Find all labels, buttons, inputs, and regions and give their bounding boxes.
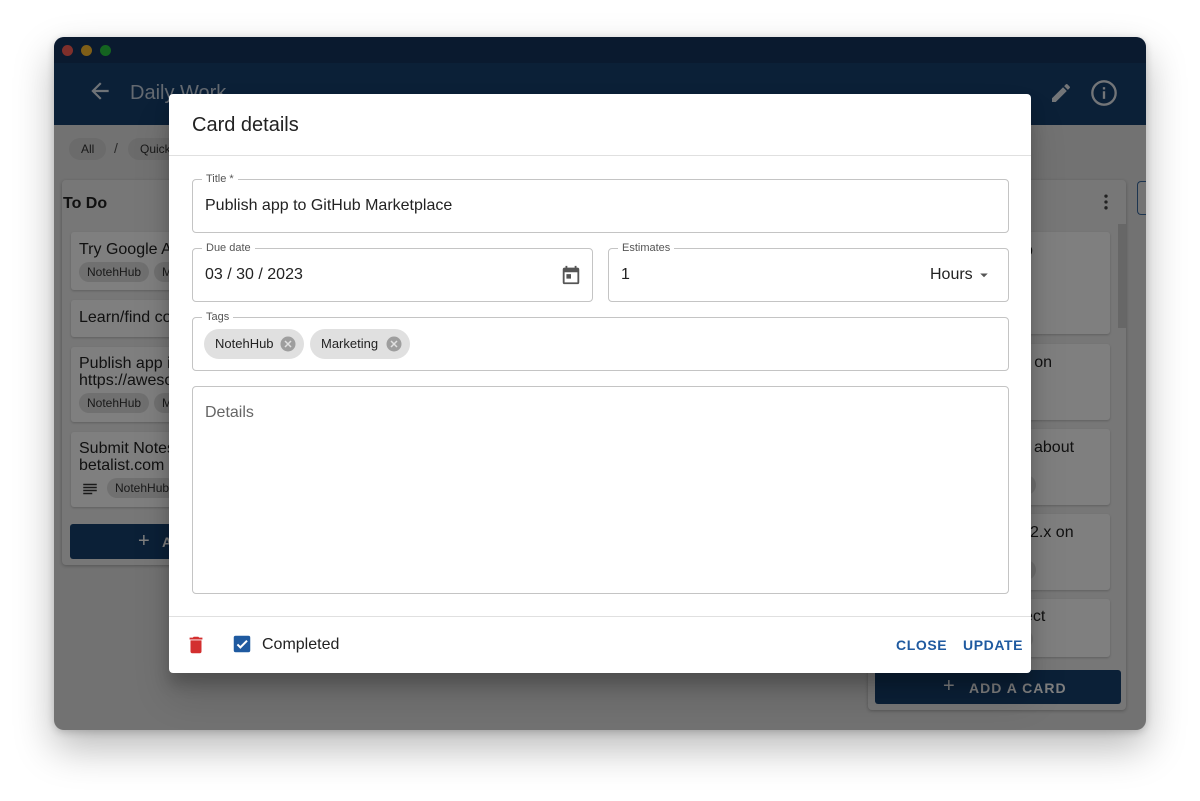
details-placeholder: Details [205, 404, 254, 421]
delete-trash-icon[interactable] [185, 634, 207, 656]
estimates-label: Estimates [618, 241, 675, 255]
title-input[interactable]: Publish app to GitHub Marketplace [205, 197, 452, 215]
due-date-field[interactable]: Due date 03 / 30 / 2023 [192, 241, 593, 302]
tag-chip-notehhub[interactable]: NotehHub [204, 329, 304, 359]
dialog-header-divider [169, 155, 1031, 156]
title-field-label: Title * [202, 172, 238, 186]
dialog-footer-divider [169, 616, 1031, 617]
calendar-icon[interactable] [560, 264, 582, 286]
chip-delete-icon[interactable] [279, 335, 297, 353]
tags-field[interactable]: Tags NotehHub Marketing [192, 310, 1009, 371]
estimates-input[interactable]: 1 [621, 266, 630, 284]
update-button[interactable]: UPDATE [963, 637, 1023, 653]
title-field[interactable]: Title * Publish app to GitHub Marketplac… [192, 172, 1009, 233]
tag-chip-label: Marketing [321, 336, 379, 351]
completed-checkbox[interactable] [231, 633, 253, 655]
card-details-dialog: Card details Title * Publish app to GitH… [169, 94, 1031, 673]
estimates-unit-select[interactable]: Hours [930, 266, 973, 284]
tag-chip-label: NotehHub [215, 336, 274, 351]
chip-delete-icon[interactable] [385, 335, 403, 353]
close-button[interactable]: CLOSE [896, 637, 947, 653]
details-textarea[interactable]: Details [192, 386, 1009, 594]
tags-label: Tags [202, 310, 234, 324]
completed-label: Completed [262, 636, 340, 653]
tag-chip-marketing[interactable]: Marketing [310, 329, 410, 359]
dialog-title: Card details [192, 114, 299, 136]
dropdown-arrow-icon[interactable] [975, 266, 993, 284]
estimates-field[interactable]: Estimates 1 Hours [608, 241, 1009, 302]
due-date-input[interactable]: 03 / 30 / 2023 [205, 266, 303, 284]
due-date-label: Due date [202, 241, 255, 255]
